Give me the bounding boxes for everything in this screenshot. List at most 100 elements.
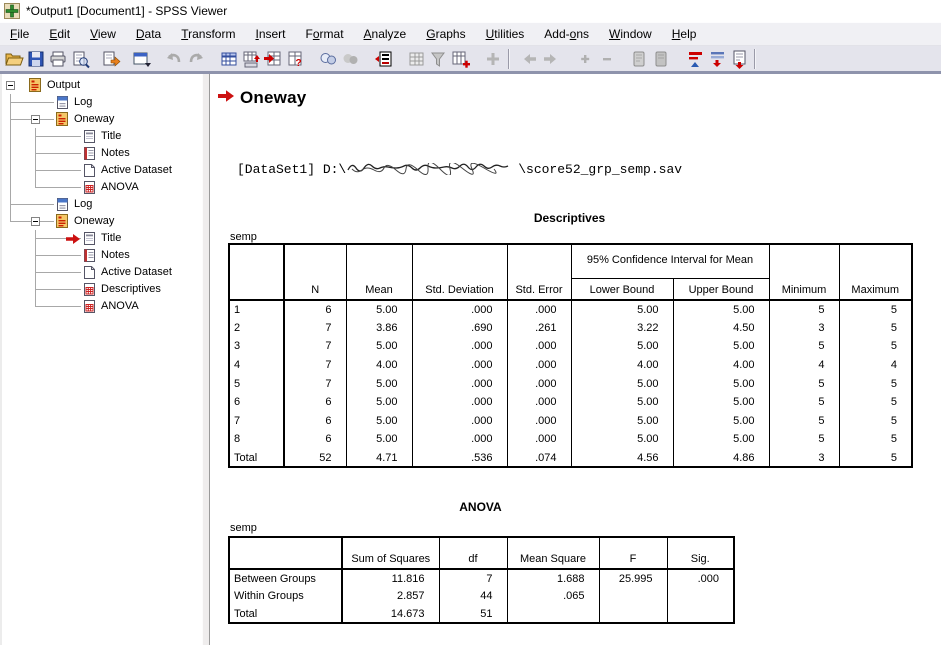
undo-icon[interactable] [163, 48, 185, 70]
goto-table-icon[interactable] [218, 48, 240, 70]
hide-book-icon[interactable] [650, 48, 672, 70]
menu-graphs[interactable]: Graphs [416, 24, 475, 44]
descriptives-table[interactable]: NMeanStd. DeviationStd. Error95% Confide… [228, 243, 913, 468]
tree-item-active-dataset[interactable]: Active Dataset [2, 162, 202, 179]
dataset-icon [82, 265, 97, 280]
cell: 5.00 [673, 430, 769, 449]
last-output-icon[interactable] [372, 48, 394, 70]
show-book-icon[interactable] [628, 48, 650, 70]
menu-add-ons[interactable]: Add-ons [534, 24, 599, 44]
find-next-icon[interactable] [339, 48, 361, 70]
tree-connector [35, 255, 81, 256]
cell: .261 [507, 319, 571, 338]
title-icon [82, 231, 97, 246]
menu-file[interactable]: File [0, 24, 39, 44]
nav-left-icon[interactable] [518, 48, 540, 70]
expand-output-icon[interactable] [728, 48, 750, 70]
header-cell: df [439, 537, 507, 569]
table-icon [82, 299, 97, 314]
menu-window[interactable]: Window [599, 24, 662, 44]
menu-help[interactable]: Help [662, 24, 707, 44]
tree-item-notes[interactable]: Notes [2, 145, 202, 162]
expand-small-icon[interactable] [574, 48, 596, 70]
filter-icon[interactable] [427, 48, 449, 70]
save-icon[interactable] [25, 48, 47, 70]
table-row: 765.00.000.0005.005.0055 [229, 412, 912, 431]
menu-transform[interactable]: Transform [171, 24, 245, 44]
cell: .000 [412, 337, 507, 356]
cell: 4 [769, 356, 839, 375]
tree-item-anova[interactable]: ANOVA [2, 298, 202, 315]
cell: 6 [284, 430, 346, 449]
find-icon[interactable] [317, 48, 339, 70]
cell: 5.00 [673, 412, 769, 431]
menu-data[interactable]: Data [126, 24, 171, 44]
menu-utilities[interactable]: Utilities [476, 24, 535, 44]
use-sets-icon[interactable] [449, 48, 471, 70]
collapse-small-icon[interactable] [596, 48, 618, 70]
cell: 5 [769, 374, 839, 393]
tree-label: Output [47, 79, 80, 91]
cell: 2.857 [342, 587, 439, 605]
table-row: 165.00.000.0005.005.0055 [229, 300, 912, 319]
tree-item-active-dataset[interactable]: Active Dataset [2, 264, 202, 281]
tree-item-anova[interactable]: ANOVA [2, 179, 202, 196]
tree-item-log[interactable]: Log [2, 196, 202, 213]
anova-table[interactable]: Sum of SquaresdfMean SquareFSig.Between … [228, 536, 735, 624]
tree-expander[interactable] [6, 81, 15, 90]
cell: .000 [507, 430, 571, 449]
tree-item-oneway[interactable]: Oneway [2, 213, 202, 230]
tree-connector [10, 145, 11, 162]
select-cells-icon[interactable] [405, 48, 427, 70]
cell: 4.00 [673, 356, 769, 375]
tree-connector [10, 128, 11, 145]
print-preview-icon[interactable] [69, 48, 91, 70]
export-icon[interactable] [100, 48, 122, 70]
menu-edit[interactable]: Edit [39, 24, 80, 44]
dialog-recall-icon[interactable] [131, 48, 153, 70]
tree-expander[interactable] [31, 217, 40, 226]
redo-icon[interactable] [185, 48, 207, 70]
cell: 14.673 [342, 605, 439, 623]
print-icon[interactable] [47, 48, 69, 70]
header-cell [229, 244, 284, 300]
tree-expander[interactable] [31, 115, 40, 124]
cell: .000 [507, 300, 571, 319]
table-row: 575.00.000.0005.005.0055 [229, 374, 912, 393]
tree-item-output[interactable]: Output [2, 77, 202, 94]
demote-icon[interactable] [706, 48, 728, 70]
goto-case-icon[interactable] [262, 48, 284, 70]
anova-table-slot: Sum of SquaresdfMean SquareFSig.Between … [228, 536, 733, 624]
insert-object-icon[interactable] [482, 48, 504, 70]
tree-item-descriptives[interactable]: Descriptives [2, 281, 202, 298]
goto-data-icon[interactable] [240, 48, 262, 70]
main-area: OutputLogOnewayTitleNotesActive DatasetA… [0, 74, 941, 645]
content-pane[interactable]: Oneway [DataSet1] D:\\score52_grp_semp.s… [210, 74, 941, 645]
menu-view[interactable]: View [80, 24, 126, 44]
variables-icon[interactable]: ? [284, 48, 306, 70]
cell: .000 [667, 569, 734, 587]
tree-label: Oneway [74, 215, 114, 227]
pane-splitter[interactable] [202, 74, 210, 645]
cell: 5.00 [571, 300, 673, 319]
tree-item-notes[interactable]: Notes [2, 247, 202, 264]
tree-item-oneway[interactable]: Oneway [2, 111, 202, 128]
table-row: Within Groups2.85744.065 [229, 587, 734, 605]
oneway-heading: Oneway [218, 88, 306, 108]
tree-item-title[interactable]: Title [2, 230, 202, 247]
tree-item-title[interactable]: Title [2, 128, 202, 145]
outline-pane[interactable]: OutputLogOnewayTitleNotesActive DatasetA… [0, 74, 202, 645]
promote-icon[interactable] [684, 48, 706, 70]
cell: 7 [284, 319, 346, 338]
redacted-scribble [346, 162, 518, 177]
menu-analyze[interactable]: Analyze [354, 24, 417, 44]
cell: 1.688 [507, 569, 599, 587]
dataset-line: [DataSet1] D:\\score52_grp_semp.sav [237, 162, 682, 177]
notes-icon [82, 248, 97, 263]
cell: .000 [412, 393, 507, 412]
menu-insert[interactable]: Insert [245, 24, 295, 44]
nav-right-icon[interactable] [540, 48, 562, 70]
menu-format[interactable]: Format [296, 24, 354, 44]
open-icon[interactable] [3, 48, 25, 70]
tree-item-log[interactable]: Log [2, 94, 202, 111]
